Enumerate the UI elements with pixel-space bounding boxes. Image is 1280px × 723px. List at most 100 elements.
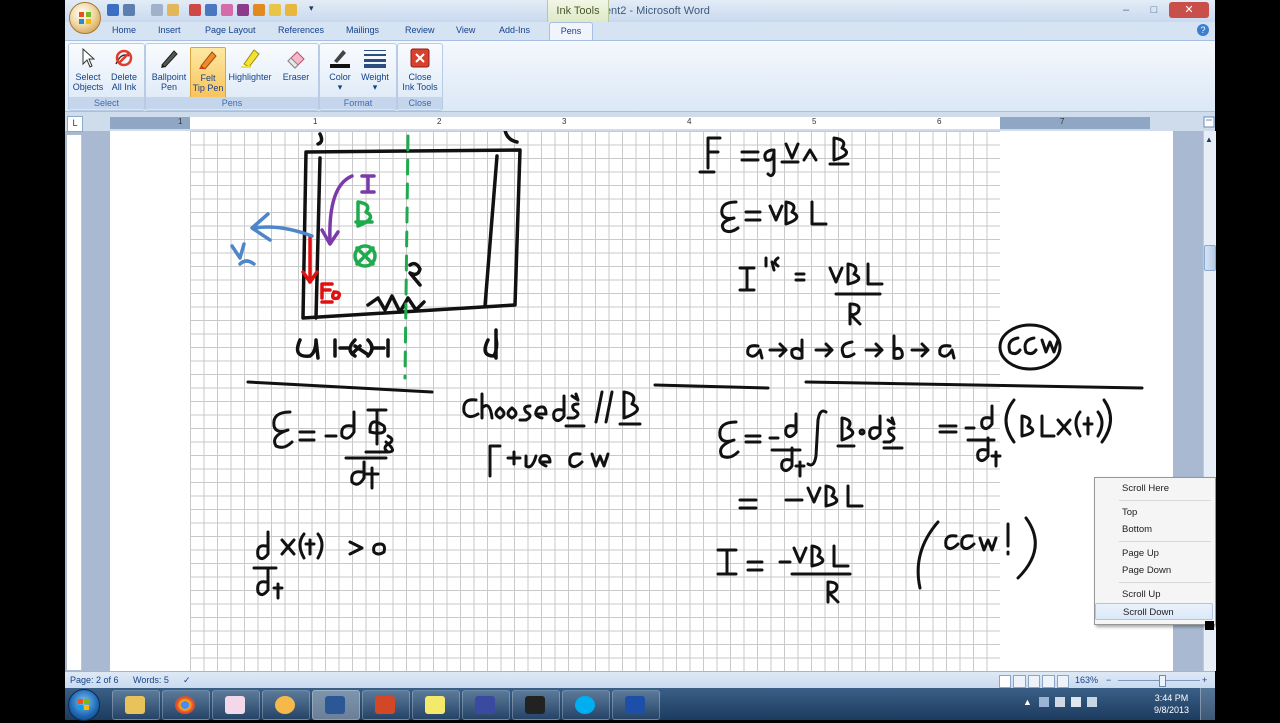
pens-group-label: Pens <box>146 97 318 109</box>
menu-item-page-down[interactable]: Page Down <box>1095 562 1213 579</box>
weight-dropdown-icon: ▾ <box>372 82 378 92</box>
ink-layer[interactable] <box>65 131 1203 671</box>
scroll-up-arrow-icon[interactable]: ▲ <box>1203 135 1215 147</box>
zoom-slider-thumb[interactable] <box>1159 675 1166 687</box>
web-layout-view-icon[interactable] <box>1027 675 1041 688</box>
ruler-number: 4 <box>687 117 692 126</box>
close-ink-tools-label-2: Ink Tools <box>402 82 438 92</box>
taskbar-chrome[interactable] <box>162 690 210 720</box>
page-count[interactable]: Page: 2 of 6 <box>70 675 119 685</box>
ruler-number: 7 <box>1060 117 1065 126</box>
tab-selector[interactable]: L <box>67 116 83 132</box>
zoom-level[interactable]: 163% <box>1075 675 1098 685</box>
felt-tip-pen-button[interactable]: Felt Tip Pen <box>190 47 226 101</box>
taskbar-skype[interactable] <box>562 690 610 720</box>
green-dashed-line <box>403 134 410 380</box>
tray-expand-icon[interactable]: ▲ <box>1023 697 1032 707</box>
result-formulas <box>716 484 1037 604</box>
clock[interactable]: 3:44 PM 9/8/2013 <box>1154 692 1189 716</box>
minimize-button[interactable]: – <box>1113 2 1139 18</box>
word-count[interactable]: Words: 5 <box>133 675 169 685</box>
clock-date: 9/8/2013 <box>1153 705 1189 715</box>
tray-battery-icon[interactable] <box>1087 697 1097 707</box>
start-button[interactable] <box>68 689 100 721</box>
tab-references[interactable]: References <box>278 25 324 35</box>
menu-item-scroll-up[interactable]: Scroll Up <box>1095 586 1213 603</box>
tab-page-layout[interactable]: Page Layout <box>205 25 256 35</box>
window-title: Document2 - Microsoft Word <box>570 5 710 17</box>
weight-button[interactable]: Weight ▾ <box>358 47 392 92</box>
show-desktop-button[interactable] <box>1200 688 1215 720</box>
maximize-button[interactable]: □ <box>1141 2 1167 18</box>
taskbar-sticky-notes[interactable] <box>412 690 460 720</box>
zoom-in-button[interactable]: + <box>1202 675 1207 685</box>
tab-insert[interactable]: Insert <box>158 25 181 35</box>
outline-view-icon[interactable] <box>1042 675 1055 688</box>
powerpoint-icon <box>375 696 395 714</box>
taskbar-app-t[interactable] <box>462 690 510 720</box>
taskbar-explorer[interactable] <box>112 690 160 720</box>
view-buttons <box>999 675 1070 688</box>
close-group: Close Ink Tools Close <box>397 43 443 111</box>
delete-all-ink-button[interactable]: Delete All Ink <box>107 47 141 92</box>
close-button[interactable]: ✕ <box>1169 2 1209 18</box>
chrome-icon <box>175 696 195 714</box>
menu-separator <box>1119 541 1211 542</box>
taskbar-magnifier[interactable] <box>262 690 310 720</box>
taskbar-word[interactable] <box>312 690 360 720</box>
force-equation <box>698 136 850 178</box>
mouse-cursor-icon <box>1205 621 1214 630</box>
pointer-icon <box>76 47 100 69</box>
tab-view[interactable]: View <box>456 25 475 35</box>
menu-separator <box>1119 500 1211 501</box>
left-emf-formula <box>272 408 394 490</box>
menu-item-top[interactable]: Top <box>1095 504 1213 521</box>
zoom-out-button[interactable]: − <box>1106 675 1111 685</box>
tab-pens[interactable]: Pens <box>549 22 593 41</box>
menu-item-scroll-down[interactable]: Scroll Down <box>1095 603 1213 620</box>
pens-group: Ballpoint Pen Felt Tip Pen Highlighter E… <box>145 43 319 111</box>
tab-home[interactable]: Home <box>112 25 136 35</box>
eraser-button[interactable]: Eraser <box>278 47 314 82</box>
close-ink-tools-button[interactable]: Close Ink Tools <box>399 47 441 92</box>
office-button[interactable] <box>69 2 101 34</box>
tab-mailings[interactable]: Mailings <box>346 25 379 35</box>
tray-volume-icon[interactable] <box>1071 697 1081 707</box>
ruler-number: 6 <box>937 117 942 126</box>
windows-logo-icon <box>78 699 89 710</box>
ruler-number: 2 <box>437 117 442 126</box>
taskbar-app-square[interactable] <box>612 690 660 720</box>
full-screen-reading-view-icon[interactable] <box>1013 675 1026 688</box>
horizontal-ruler-text-area: 1 1 2 3 4 5 6 7 <box>178 117 1064 129</box>
menu-item-bottom[interactable]: Bottom <box>1095 521 1213 538</box>
draft-view-icon[interactable] <box>1056 675 1070 688</box>
graph-app-icon <box>225 696 245 714</box>
menu-item-page-up[interactable]: Page Up <box>1095 545 1213 562</box>
taskbar-app-cap[interactable] <box>512 690 560 720</box>
weight-label: Weight <box>361 72 389 82</box>
green-b-field-symbol <box>353 200 377 268</box>
emf-equation <box>720 200 828 234</box>
menu-item-scroll-here[interactable]: Scroll Here <box>1095 480 1213 497</box>
help-icon[interactable]: ? <box>1197 24 1209 36</box>
delete-all-ink-label-1: Delete <box>110 72 137 82</box>
print-layout-view-icon[interactable] <box>999 675 1012 688</box>
select-objects-button[interactable]: Select Objects <box>71 47 105 92</box>
ruler-number: 3 <box>562 117 567 126</box>
view-ruler-icon[interactable] <box>1202 115 1216 129</box>
color-label: Color <box>329 72 351 82</box>
ballpoint-pen-button[interactable]: Ballpoint Pen <box>148 47 190 92</box>
word-icon <box>325 696 345 714</box>
proofing-icon[interactable]: ✓ <box>183 675 191 686</box>
tray-network-icon[interactable] <box>1055 697 1065 707</box>
select-objects-label-2: Objects <box>72 82 104 92</box>
highlighter-button[interactable]: Highlighter <box>226 47 274 82</box>
blue-velocity-arrow <box>230 212 314 266</box>
taskbar-graph-app[interactable] <box>212 690 260 720</box>
tray-flag-icon[interactable] <box>1039 697 1049 707</box>
scrollbar-thumb[interactable] <box>1204 245 1216 271</box>
color-button[interactable]: Color ▾ <box>324 47 356 92</box>
tab-review[interactable]: Review <box>405 25 435 35</box>
taskbar-powerpoint[interactable] <box>362 690 410 720</box>
tab-add-ins[interactable]: Add-Ins <box>499 25 530 35</box>
